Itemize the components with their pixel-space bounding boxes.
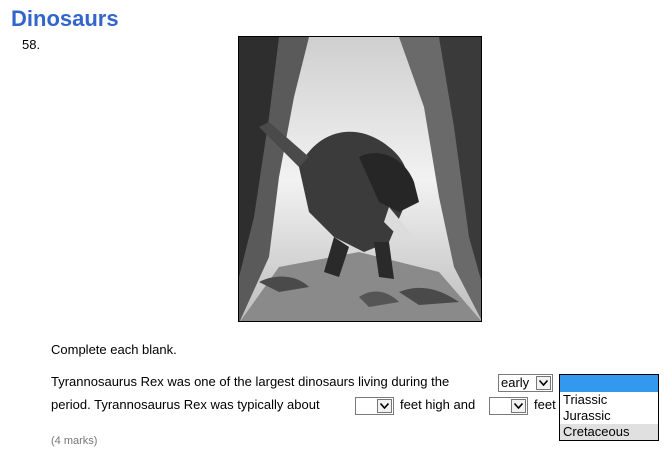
- dinosaur-illustration: [238, 36, 482, 322]
- t-rex-drawing: [239, 37, 481, 321]
- dropdown-option-jurassic[interactable]: Jurassic: [560, 408, 658, 424]
- question-line-1: Tyrannosaurus Rex was one of the largest…: [51, 374, 449, 389]
- page-title: Dinosaurs: [11, 6, 119, 31]
- chevron-down-icon[interactable]: [536, 376, 551, 390]
- dropdown-option-cretaceous[interactable]: Cretaceous: [560, 424, 658, 440]
- instruction-text: Complete each blank.: [51, 342, 177, 357]
- period-dropdown-list[interactable]: Triassic Jurassic Cretaceous: [559, 374, 659, 441]
- height-select[interactable]: [355, 397, 394, 415]
- chevron-down-icon[interactable]: [377, 399, 392, 413]
- marks-label: (4 marks): [51, 435, 98, 447]
- era-modifier-select[interactable]: early: [498, 374, 553, 392]
- dropdown-option-triassic[interactable]: Triassic: [560, 392, 658, 408]
- line1-text: Tyrannosaurus Rex was one of the largest…: [51, 374, 450, 389]
- dropdown-option-blank[interactable]: [560, 375, 658, 392]
- chevron-down-icon[interactable]: [511, 399, 526, 413]
- question-number: 58.: [22, 37, 41, 52]
- question-line-2: period. Tyrannosaurus Rex was typically …: [51, 397, 320, 412]
- line2-text-b: feet high and: [400, 397, 476, 412]
- era-modifier-value: early: [501, 375, 530, 390]
- line2-text-c: feet: [534, 397, 556, 412]
- line2-text-a: period. Tyrannosaurus Rex was typically …: [51, 397, 320, 412]
- length-select[interactable]: [489, 397, 528, 415]
